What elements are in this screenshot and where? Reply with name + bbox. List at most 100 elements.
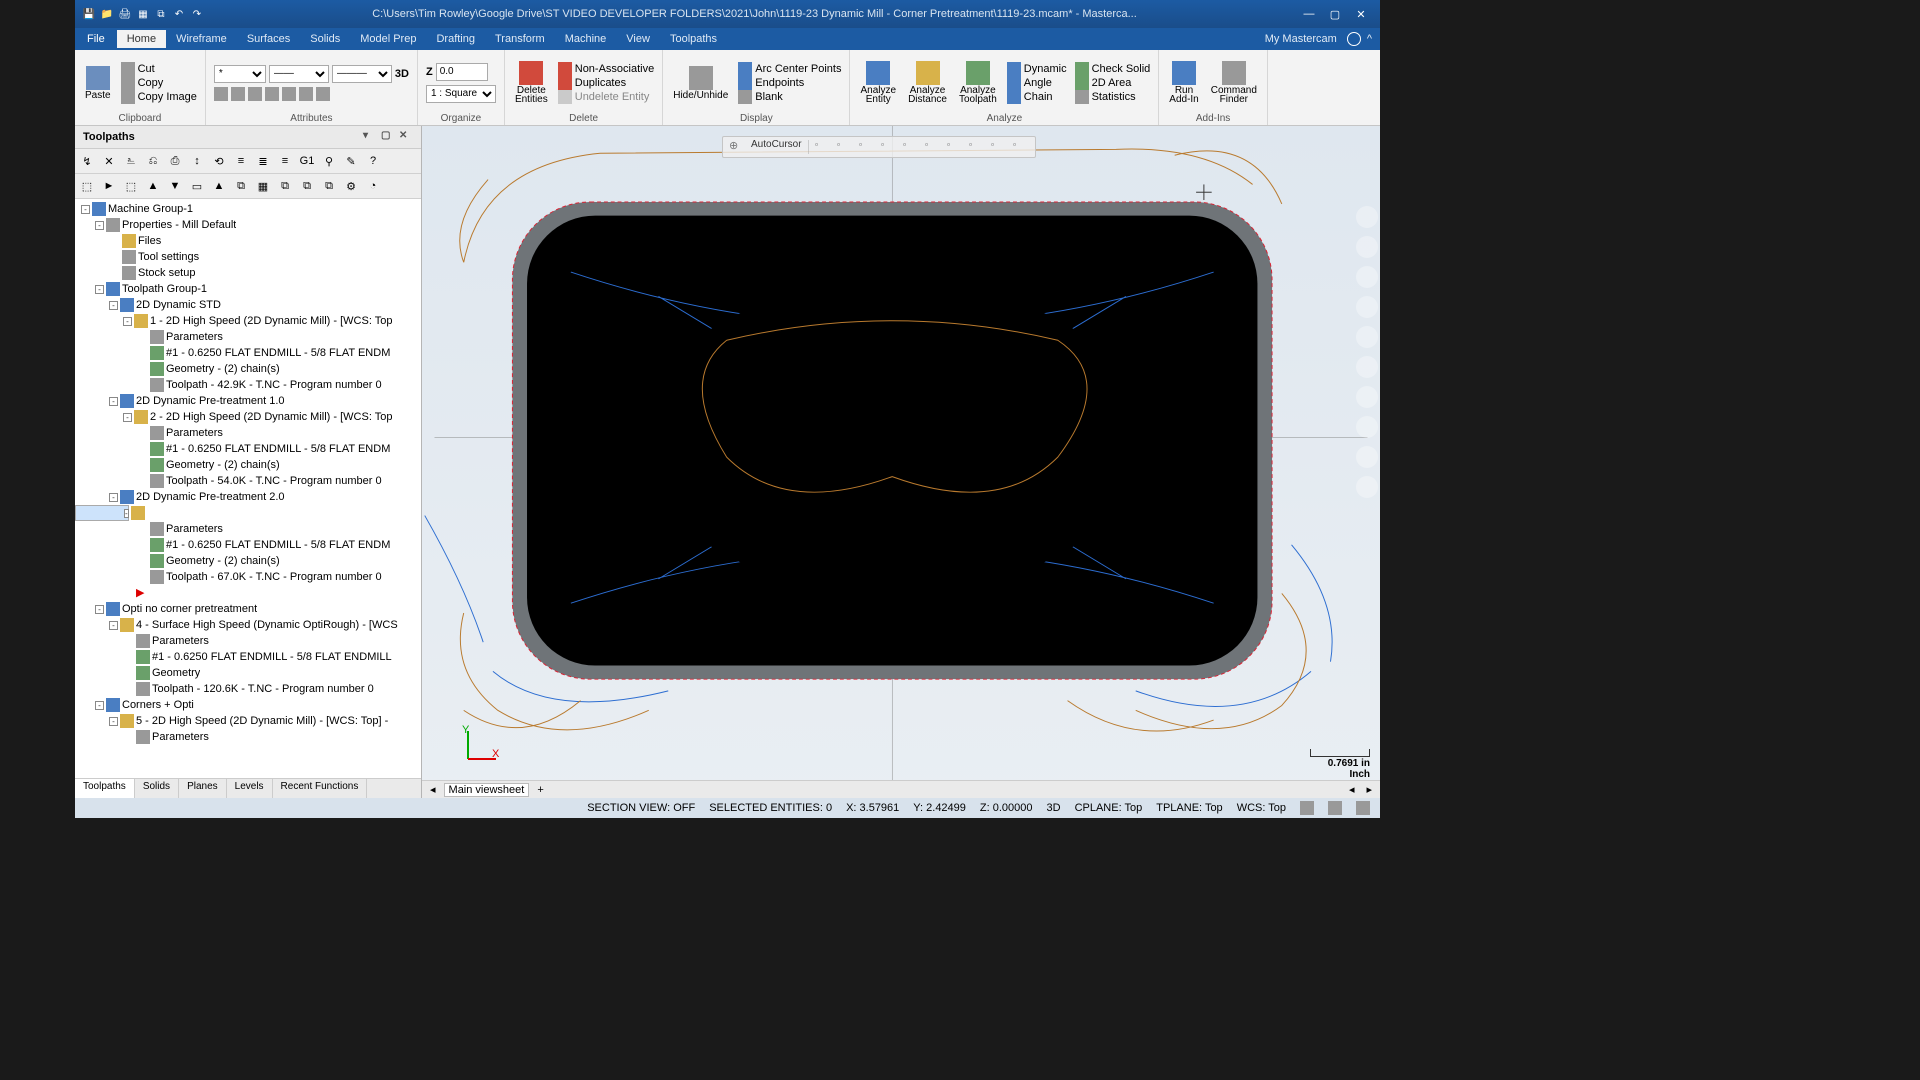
panel-tool-b6[interactable]: ▲ xyxy=(209,176,229,196)
panel-tool-a3[interactable]: ⎌ xyxy=(143,151,163,171)
ribbon-tab-surfaces[interactable]: Surfaces xyxy=(237,30,300,48)
tree-node-16[interactable]: Geometry - (2) chain(s) xyxy=(75,457,421,473)
chain-button[interactable]: Chain xyxy=(1005,90,1069,104)
tree-node-33[interactable]: Parameters xyxy=(75,729,421,745)
ribbon-tab-model-prep[interactable]: Model Prep xyxy=(350,30,426,48)
panel-tool-b2[interactable]: ⬚ xyxy=(121,176,141,196)
status-mode[interactable]: 3D xyxy=(1047,802,1061,814)
tree-node-19[interactable]: -3 - 2D High Speed (2D Dynamic Mill) - [… xyxy=(75,505,129,521)
status-cplane[interactable]: CPLANE: Top xyxy=(1075,802,1143,814)
status-tplane[interactable]: TPLANE: Top xyxy=(1156,802,1222,814)
attr-icon-5[interactable] xyxy=(282,87,296,101)
tree-node-9[interactable]: #1 - 0.6250 FLAT ENDMILL - 5/8 FLAT ENDM xyxy=(75,345,421,361)
file-tab[interactable]: File xyxy=(75,30,117,48)
tree-expander[interactable]: - xyxy=(109,301,118,310)
tree-node-15[interactable]: #1 - 0.6250 FLAT ENDMILL - 5/8 FLAT ENDM xyxy=(75,441,421,457)
cut-button[interactable]: Cut xyxy=(119,62,199,76)
tree-node-21[interactable]: #1 - 0.6250 FLAT ENDMILL - 5/8 FLAT ENDM xyxy=(75,537,421,553)
ribbon-tab-home[interactable]: Home xyxy=(117,30,166,48)
tree-node-6[interactable]: -2D Dynamic STD xyxy=(75,297,421,313)
tree-node-28[interactable]: #1 - 0.6250 FLAT ENDMILL - 5/8 FLAT ENDM… xyxy=(75,649,421,665)
panel-tab-toolpaths[interactable]: Toolpaths xyxy=(75,779,135,798)
panel-tool-a11[interactable]: ⚲ xyxy=(319,151,339,171)
panel-dropdown-icon[interactable]: ▾ xyxy=(363,130,377,144)
panel-tool-a6[interactable]: ⟲ xyxy=(209,151,229,171)
undelete-button[interactable]: Undelete Entity xyxy=(556,90,656,104)
ribbon-tab-machine[interactable]: Machine xyxy=(555,30,617,48)
collapse-ribbon-icon[interactable]: ^ xyxy=(1367,33,1372,45)
endpoints-button[interactable]: Endpoints xyxy=(736,76,843,90)
tree-node-11[interactable]: Toolpath - 42.9K - T.NC - Program number… xyxy=(75,377,421,393)
tree-node-30[interactable]: Toolpath - 120.6K - T.NC - Program numbe… xyxy=(75,681,421,697)
tree-node-24[interactable]: ▶ xyxy=(75,585,421,601)
tree-expander[interactable]: - xyxy=(123,317,132,326)
analyze-toolpath-button[interactable]: Analyze Toolpath xyxy=(955,59,1001,106)
tree-node-20[interactable]: Parameters xyxy=(75,521,421,537)
ac-opt-10[interactable]: ◦ xyxy=(1013,139,1029,155)
panel-tool-a10[interactable]: G1 xyxy=(297,151,317,171)
panel-tab-recent-functions[interactable]: Recent Functions xyxy=(273,779,368,798)
tree-node-12[interactable]: -2D Dynamic Pre-treatment 1.0 xyxy=(75,393,421,409)
tree-node-29[interactable]: Geometry xyxy=(75,665,421,681)
tree-node-10[interactable]: Geometry - (2) chain(s) xyxy=(75,361,421,377)
tree-expander[interactable]: - xyxy=(123,413,132,422)
attr-icon-6[interactable] xyxy=(299,87,313,101)
qat-undo-icon[interactable]: ↶ xyxy=(171,6,187,22)
run-addin-button[interactable]: Run Add-In xyxy=(1165,59,1202,106)
viewsheet-nav-prev[interactable]: ◂ xyxy=(426,783,440,796)
panel-tool-b1[interactable]: ► xyxy=(99,176,119,196)
check-solid-button[interactable]: Check Solid xyxy=(1073,62,1153,76)
non-associative-button[interactable]: Non-Associative xyxy=(556,62,656,76)
status-wcs[interactable]: WCS: Top xyxy=(1237,802,1286,814)
tree-node-14[interactable]: Parameters xyxy=(75,425,421,441)
viewport-canvas[interactable] xyxy=(422,126,1380,798)
tree-node-32[interactable]: -5 - 2D High Speed (2D Dynamic Mill) - [… xyxy=(75,713,421,729)
tree-node-2[interactable]: Files xyxy=(75,233,421,249)
tree-node-18[interactable]: -2D Dynamic Pre-treatment 2.0 xyxy=(75,489,421,505)
maximize-icon[interactable]: ▢ xyxy=(1324,5,1346,23)
gnomon-opt-8[interactable] xyxy=(1356,446,1378,468)
panel-tab-planes[interactable]: Planes xyxy=(179,779,227,798)
tree-expander[interactable]: - xyxy=(109,397,118,406)
panel-tool-b11[interactable]: ⧉ xyxy=(319,176,339,196)
panel-tab-levels[interactable]: Levels xyxy=(227,779,273,798)
qat-save-icon[interactable]: 💾 xyxy=(81,6,97,22)
ac-opt-9[interactable]: ◦ xyxy=(991,139,1007,155)
viewsheet-tab[interactable]: Main viewsheet xyxy=(444,783,530,797)
hide-unhide-button[interactable]: Hide/Unhide xyxy=(669,64,732,102)
status-icon-1[interactable] xyxy=(1300,801,1314,815)
gnomon-plus-icon[interactable] xyxy=(1356,206,1378,228)
tree-node-27[interactable]: Parameters xyxy=(75,633,421,649)
line-style-select[interactable]: —— xyxy=(269,65,329,83)
ac-opt-6[interactable]: ◦ xyxy=(925,139,941,155)
gnomon-opt-4[interactable] xyxy=(1356,326,1378,348)
panel-tool-a9[interactable]: ≡ xyxy=(275,151,295,171)
delete-entities-button[interactable]: Delete Entities xyxy=(511,59,552,106)
qat-print-icon[interactable]: 🖨 xyxy=(117,6,133,22)
copy-image-button[interactable]: Copy Image xyxy=(119,90,199,104)
tree-expander[interactable]: - xyxy=(109,493,118,502)
status-section-view[interactable]: SECTION VIEW: OFF xyxy=(587,802,695,814)
qat-open-icon[interactable]: 📁 xyxy=(99,6,115,22)
line-width-select[interactable]: ——— xyxy=(332,65,392,83)
ac-opt-1[interactable]: ◦ xyxy=(815,139,831,155)
ribbon-tab-view[interactable]: View xyxy=(616,30,660,48)
user-icon[interactable] xyxy=(1347,32,1361,46)
point-style-select[interactable]: * xyxy=(214,65,266,83)
ribbon-tab-solids[interactable]: Solids xyxy=(300,30,350,48)
ac-opt-7[interactable]: ◦ xyxy=(947,139,963,155)
panel-tool-b7[interactable]: ⧉ xyxy=(231,176,251,196)
attr-icon-3[interactable] xyxy=(248,87,262,101)
gnomon-opt-1[interactable] xyxy=(1356,236,1378,258)
2d-area-button[interactable]: 2D Area xyxy=(1073,76,1153,90)
tree-node-5[interactable]: -Toolpath Group-1 xyxy=(75,281,421,297)
color-swatch-icon[interactable] xyxy=(214,87,228,101)
ac-opt-3[interactable]: ◦ xyxy=(859,139,875,155)
my-mastercam-link[interactable]: My Mastercam xyxy=(1265,33,1347,45)
panel-tool-a5[interactable]: ↕ xyxy=(187,151,207,171)
panel-tool-b0[interactable]: ⬚ xyxy=(77,176,97,196)
gnomon-opt-9[interactable] xyxy=(1356,476,1378,498)
tree-node-0[interactable]: -Machine Group-1 xyxy=(75,201,421,217)
analyze-distance-button[interactable]: Analyze Distance xyxy=(904,59,951,106)
viewsheet-add[interactable]: + xyxy=(533,784,547,796)
